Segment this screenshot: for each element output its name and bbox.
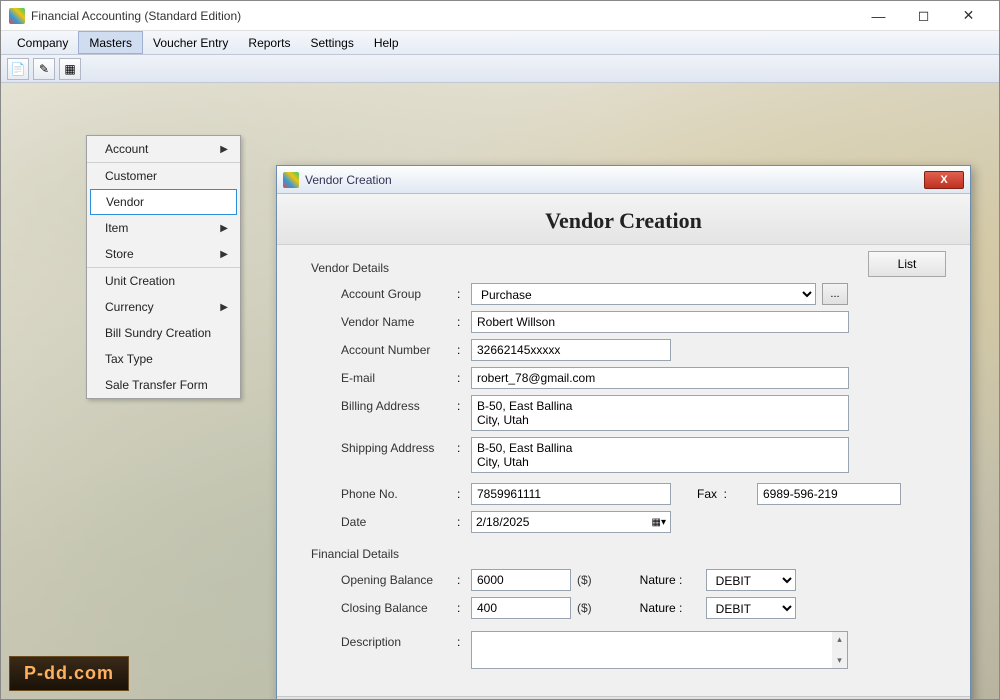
- scroll-down-icon[interactable]: ▾: [837, 655, 842, 666]
- workspace: Account ▶ Customer Vendor Item ▶ Store ▶ Un…: [1, 83, 999, 699]
- nature-label: Nature :: [640, 573, 706, 587]
- dropdown-label: Vendor: [106, 195, 144, 209]
- toolbar: 📄 ✎ ▦: [1, 55, 999, 83]
- maximize-button[interactable]: ◻: [901, 2, 946, 30]
- toolbar-calendar-icon[interactable]: ▦: [59, 58, 81, 80]
- dialog-body: List Vendor Details Account Group: Purch…: [277, 245, 970, 696]
- menu-voucher-entry[interactable]: Voucher Entry: [143, 31, 238, 54]
- chevron-right-icon: ▶: [220, 249, 228, 260]
- scroll-up-icon[interactable]: ▴: [837, 634, 842, 645]
- financial-details-label: Financial Details: [311, 547, 946, 561]
- fax-input[interactable]: [757, 483, 901, 505]
- opening-nature-select[interactable]: DEBIT: [706, 569, 796, 591]
- dropdown-unit-creation[interactable]: Unit Creation: [87, 268, 240, 294]
- vendor-name-input[interactable]: [471, 311, 849, 333]
- dropdown-currency[interactable]: Currency ▶: [87, 294, 240, 320]
- dropdown-customer[interactable]: Customer: [87, 163, 240, 189]
- menubar: Company Masters Voucher Entry Reports Se…: [1, 31, 999, 55]
- opening-balance-input[interactable]: [471, 569, 571, 591]
- phone-label: Phone No.: [311, 487, 457, 501]
- shipping-address-label: Shipping Address: [311, 437, 457, 455]
- dropdown-vendor[interactable]: Vendor: [90, 189, 237, 215]
- closing-nature-select[interactable]: DEBIT: [706, 597, 796, 619]
- watermark: P-dd.com: [9, 656, 129, 691]
- dialog-heading: Vendor Creation: [277, 208, 970, 234]
- closing-balance-input[interactable]: [471, 597, 571, 619]
- account-number-label: Account Number: [311, 343, 457, 357]
- dropdown-tax-type[interactable]: Tax Type: [87, 346, 240, 372]
- menu-help[interactable]: Help: [364, 31, 409, 54]
- menu-settings[interactable]: Settings: [300, 31, 363, 54]
- calendar-dropdown-icon[interactable]: ▦▾: [638, 517, 666, 528]
- account-group-label: Account Group: [311, 287, 457, 301]
- billing-address-input[interactable]: B-50, East Ballina City, Utah: [471, 395, 849, 431]
- titlebar: Financial Accounting (Standard Edition) …: [1, 1, 999, 31]
- email-label: E-mail: [311, 371, 457, 385]
- currency-symbol: ($): [577, 601, 592, 615]
- menu-company[interactable]: Company: [7, 31, 78, 54]
- dialog-footer: Add Save Cancel Edit Delete Exit: [277, 696, 970, 699]
- chevron-right-icon: ▶: [220, 223, 228, 234]
- minimize-button[interactable]: —: [856, 2, 901, 30]
- dialog-close-button[interactable]: X: [924, 171, 964, 189]
- dialog-titlebar: Vendor Creation X: [277, 166, 970, 194]
- email-input[interactable]: [471, 367, 849, 389]
- dropdown-label: Store: [105, 247, 134, 261]
- date-picker[interactable]: ▦▾: [471, 511, 671, 533]
- vendor-name-label: Vendor Name: [311, 315, 457, 329]
- description-input[interactable]: [471, 631, 833, 669]
- dropdown-label: Sale Transfer Form: [105, 378, 208, 392]
- dropdown-item[interactable]: Item ▶: [87, 215, 240, 241]
- dropdown-label: Customer: [105, 169, 157, 183]
- phone-input[interactable]: [471, 483, 671, 505]
- dropdown-store[interactable]: Store ▶: [87, 241, 240, 268]
- vendor-details-label: Vendor Details: [311, 261, 946, 275]
- dropdown-label: Bill Sundry Creation: [105, 326, 211, 340]
- toolbar-new-icon[interactable]: 📄: [7, 58, 29, 80]
- opening-balance-label: Opening Balance: [311, 573, 457, 587]
- date-label: Date: [311, 515, 457, 529]
- window-title: Financial Accounting (Standard Edition): [31, 9, 856, 23]
- chevron-right-icon: ▶: [220, 144, 228, 155]
- app-icon: [9, 8, 25, 24]
- window-controls: — ◻ ✕: [856, 2, 991, 30]
- chevron-right-icon: ▶: [220, 302, 228, 313]
- dropdown-label: Item: [105, 221, 128, 235]
- masters-dropdown: Account ▶ Customer Vendor Item ▶ Store ▶ Un…: [86, 135, 241, 399]
- dropdown-label: Account: [105, 142, 148, 156]
- account-group-select[interactable]: Purchase: [471, 283, 816, 305]
- textarea-scrollbar[interactable]: ▴▾: [832, 631, 848, 669]
- menu-reports[interactable]: Reports: [238, 31, 300, 54]
- account-group-more-button[interactable]: ...: [822, 283, 848, 305]
- fax-label: Fax :: [697, 487, 757, 501]
- dropdown-bill-sundry[interactable]: Bill Sundry Creation: [87, 320, 240, 346]
- toolbar-edit-icon[interactable]: ✎: [33, 58, 55, 80]
- app-window: Financial Accounting (Standard Edition) …: [0, 0, 1000, 700]
- dropdown-sale-transfer[interactable]: Sale Transfer Form: [87, 372, 240, 398]
- dropdown-account[interactable]: Account ▶: [87, 136, 240, 163]
- dropdown-label: Tax Type: [105, 352, 153, 366]
- dropdown-label: Unit Creation: [105, 274, 175, 288]
- menu-masters[interactable]: Masters: [78, 31, 143, 54]
- dialog-header: Vendor Creation: [277, 194, 970, 245]
- close-button[interactable]: ✕: [946, 2, 991, 30]
- billing-address-label: Billing Address: [311, 395, 457, 413]
- closing-balance-label: Closing Balance: [311, 601, 457, 615]
- vendor-creation-dialog: Vendor Creation X Vendor Creation List V…: [276, 165, 971, 699]
- description-label: Description: [311, 631, 457, 649]
- list-button[interactable]: List: [868, 251, 946, 277]
- date-input[interactable]: [476, 515, 638, 529]
- nature-label: Nature :: [640, 601, 706, 615]
- shipping-address-input[interactable]: B-50, East Ballina City, Utah: [471, 437, 849, 473]
- account-number-input[interactable]: [471, 339, 671, 361]
- dialog-title: Vendor Creation: [305, 173, 924, 187]
- dropdown-label: Currency: [105, 300, 154, 314]
- dialog-icon: [283, 172, 299, 188]
- currency-symbol: ($): [577, 573, 592, 587]
